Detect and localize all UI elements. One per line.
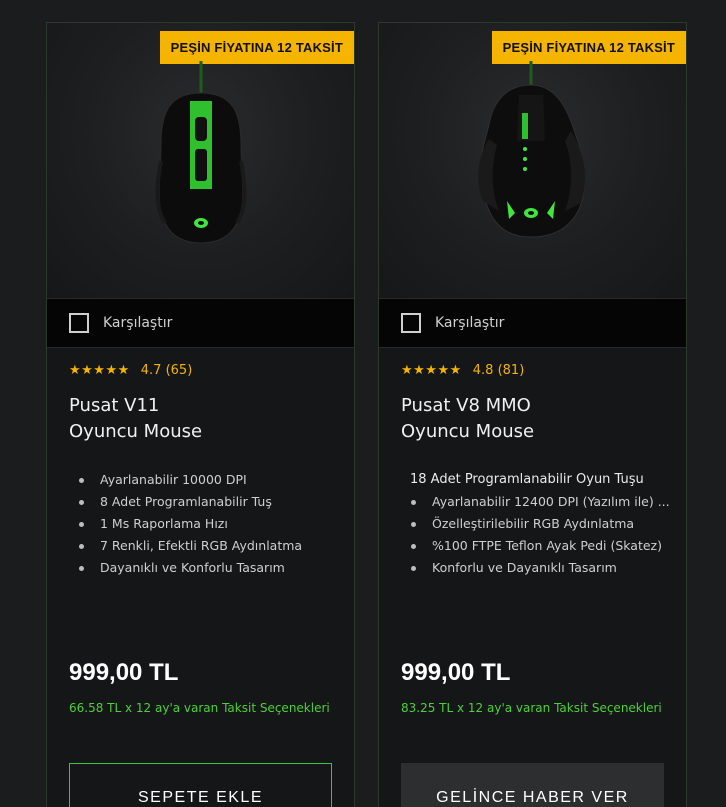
rating: ★★★★★ 4.7 (65)	[69, 363, 192, 378]
feature-item: 8 Adet Programlanabilir Tuş	[69, 491, 339, 513]
feature-item: Konforlu ve Dayanıklı Tasarım	[401, 557, 671, 579]
feature-item: 1 Ms Raporlama Hızı	[69, 513, 339, 535]
rating-score[interactable]: 4.7 (65)	[141, 363, 193, 378]
feature-item: Ayarlanabilir 10000 DPI	[69, 469, 339, 491]
add-to-cart-button[interactable]: SEPETE EKLE	[69, 763, 332, 807]
rating: ★★★★★ 4.8 (81)	[401, 363, 524, 378]
notify-when-available-button[interactable]: GELİNCE HABER VER	[401, 763, 664, 807]
compare-bar[interactable]: Karşılaştır	[379, 298, 686, 348]
product-price: 999,00 TL	[69, 659, 179, 686]
product-title-line1[interactable]: Pusat V11	[69, 393, 339, 419]
rating-stars-icon: ★★★★★	[401, 363, 462, 378]
feature-item: Dayanıklı ve Konforlu Tasarım	[69, 557, 339, 579]
installment-badge: PEŞİN FİYATINA 12 TAKSİT	[159, 31, 354, 64]
compare-label[interactable]: Karşılaştır	[435, 315, 504, 331]
compare-bar[interactable]: Karşılaştır	[47, 298, 354, 348]
feature-list: 18 Adet Programlanabilir Oyun Tuşu Ayarl…	[401, 469, 671, 579]
installment-badge: PEŞİN FİYATINA 12 TAKSİT	[491, 31, 686, 64]
product-card[interactable]: PEŞİN FİYATINA 12 TAKSİT Karşılaştır ★★★…	[46, 22, 355, 807]
feature-item: Özelleştirilebilir RGB Aydınlatma	[401, 513, 671, 535]
product-title-line2[interactable]: Oyuncu Mouse	[401, 419, 671, 445]
product-image-area[interactable]: PEŞİN FİYATINA 12 TAKSİT	[379, 23, 686, 298]
rating-stars-icon: ★★★★★	[69, 363, 130, 378]
rating-score[interactable]: 4.8 (81)	[473, 363, 525, 378]
installment-options-link[interactable]: 83.25 TL x 12 ay'a varan Taksit Seçenekl…	[401, 701, 662, 715]
feature-lead: 18 Adet Programlanabilir Oyun Tuşu	[410, 472, 644, 487]
installment-options-link[interactable]: 66.58 TL x 12 ay'a varan Taksit Seçenekl…	[69, 701, 330, 715]
compare-label[interactable]: Karşılaştır	[103, 315, 172, 331]
product-title[interactable]: Pusat V8 MMO Oyuncu Mouse	[401, 393, 671, 445]
feature-item: 7 Renkli, Efektli RGB Aydınlatma	[69, 535, 339, 557]
product-image-mouse[interactable]	[379, 61, 686, 261]
product-image-mouse[interactable]	[47, 61, 354, 261]
feature-item: %100 FTPE Teflon Ayak Pedi (Skatez)	[401, 535, 671, 557]
product-title[interactable]: Pusat V11 Oyuncu Mouse	[69, 393, 339, 445]
product-price: 999,00 TL	[401, 659, 511, 686]
product-image-area[interactable]: PEŞİN FİYATINA 12 TAKSİT	[47, 23, 354, 298]
feature-list: Ayarlanabilir 10000 DPI 8 Adet Programla…	[69, 469, 339, 579]
product-title-line2[interactable]: Oyuncu Mouse	[69, 419, 339, 445]
compare-checkbox[interactable]	[401, 313, 421, 333]
compare-checkbox[interactable]	[69, 313, 89, 333]
product-title-line1[interactable]: Pusat V8 MMO	[401, 393, 671, 419]
feature-item: Ayarlanabilir 12400 DPI (Yazılım ile) ..…	[401, 491, 671, 513]
product-card[interactable]: PEŞİN FİYATINA 12 TAKSİT Karşılaştır ★★★…	[378, 22, 687, 807]
